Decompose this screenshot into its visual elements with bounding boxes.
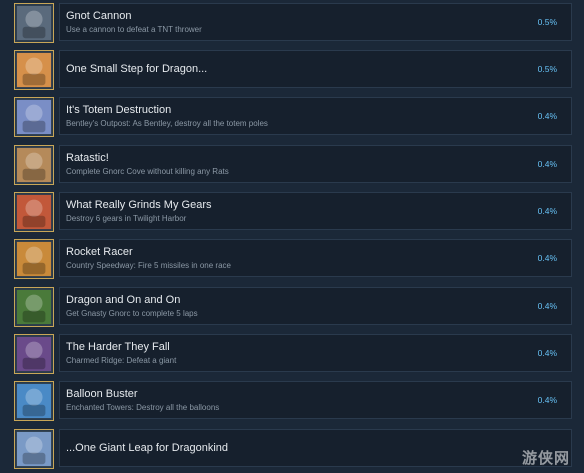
achievement-bar: ...One Giant Leap for Dragonkind [59, 429, 572, 467]
achievement-title: One Small Step for Dragon... [66, 63, 208, 75]
achievement-row[interactable]: One Small Step for Dragon... 0.5% [0, 47, 584, 94]
achievement-bar: Ratastic! Complete Gnorc Cove without kil… [59, 145, 572, 183]
achievement-title: Ratastic! [66, 152, 109, 164]
achievement-row[interactable]: Gnot Cannon Use a cannon to defeat a TNT … [0, 0, 584, 47]
achievement-description: Get Gnasty Gnorc to complete 5 laps [66, 309, 198, 318]
achievement-row[interactable]: What Really Grinds My Gears Destroy 6 gea… [0, 189, 584, 236]
unlock-percentage: 0.4% [537, 253, 557, 263]
achievement-bar: What Really Grinds My Gears Destroy 6 gea… [59, 192, 572, 230]
giant-icon [14, 334, 54, 374]
achievement-title: Rocket Racer [66, 246, 133, 258]
achievement-description: Country Speedway: Fire 5 missiles in one… [66, 261, 231, 270]
unlock-percentage: 0.4% [537, 111, 557, 121]
achievement-row[interactable]: Rocket Racer Country Speedway: Fire 5 mis… [0, 236, 584, 283]
achievement-description: Complete Gnorc Cove without killing any … [66, 167, 229, 176]
unlock-percentage: 0.5% [537, 64, 557, 74]
achievement-row[interactable]: Balloon Buster Enchanted Towers: Destroy … [0, 378, 584, 425]
unlock-percentage: 0.4% [537, 395, 557, 405]
achievement-bar: It's Totem Destruction Bentley's Outpost:… [59, 97, 572, 135]
achievement-title: The Harder They Fall [66, 341, 170, 353]
achievement-description: Enchanted Towers: Destroy all the balloo… [66, 403, 220, 412]
achievement-title: Gnot Cannon [66, 10, 132, 22]
achievement-title: It's Totem Destruction [66, 104, 172, 116]
achievement-row[interactable]: ...One Giant Leap for Dragonkind [0, 426, 584, 473]
gears-icon [14, 192, 54, 232]
achievement-row[interactable]: It's Totem Destruction Bentley's Outpost:… [0, 94, 584, 141]
unlock-percentage: 0.4% [537, 159, 557, 169]
dragon-leap-icon [14, 429, 54, 469]
achievement-row[interactable]: Dragon and On and On Get Gnasty Gnorc to … [0, 284, 584, 331]
achievement-bar: Balloon Buster Enchanted Towers: Destroy … [59, 381, 572, 419]
gnasty-gnorc-icon [14, 287, 54, 327]
achievement-bar: Gnot Cannon Use a cannon to defeat a TNT … [59, 3, 572, 41]
achievement-row[interactable]: The Harder They Fall Charmed Ridge: Defea… [0, 331, 584, 378]
achievement-title: ...One Giant Leap for Dragonkind [66, 442, 229, 454]
unlock-percentage: 0.4% [537, 301, 557, 311]
achievement-description: Destroy 6 gears in Twilight Harbor [66, 214, 187, 223]
totem-icon [14, 97, 54, 137]
gnorc-portrait-icon [14, 3, 54, 43]
achievement-bar: One Small Step for Dragon... 0.5% [59, 50, 572, 88]
achievement-title: Balloon Buster [66, 388, 138, 400]
achievement-description: Bentley's Outpost: As Bentley, destroy a… [66, 119, 268, 128]
unlock-percentage: 0.5% [537, 17, 557, 27]
achievement-description: Charmed Ridge: Defeat a giant [66, 356, 177, 365]
unlock-percentage: 0.4% [537, 206, 557, 216]
achievement-bar: The Harder They Fall Charmed Ridge: Defea… [59, 334, 572, 372]
dragon-portrait-icon [14, 50, 54, 90]
unlock-percentage: 0.4% [537, 348, 557, 358]
achievement-description: Use a cannon to defeat a TNT thrower [66, 25, 202, 34]
achievement-bar: Rocket Racer Country Speedway: Fire 5 mis… [59, 239, 572, 277]
achievement-title: Dragon and On and On [66, 294, 181, 306]
achievement-row[interactable]: Ratastic! Complete Gnorc Cove without kil… [0, 142, 584, 189]
achievement-title: What Really Grinds My Gears [66, 199, 212, 211]
rat-icon [14, 145, 54, 185]
achievement-bar: Dragon and On and On Get Gnasty Gnorc to … [59, 287, 572, 325]
balloon-icon [14, 381, 54, 421]
watermark-logo: 游侠网 [521, 450, 570, 467]
speedway-icon [14, 239, 54, 279]
